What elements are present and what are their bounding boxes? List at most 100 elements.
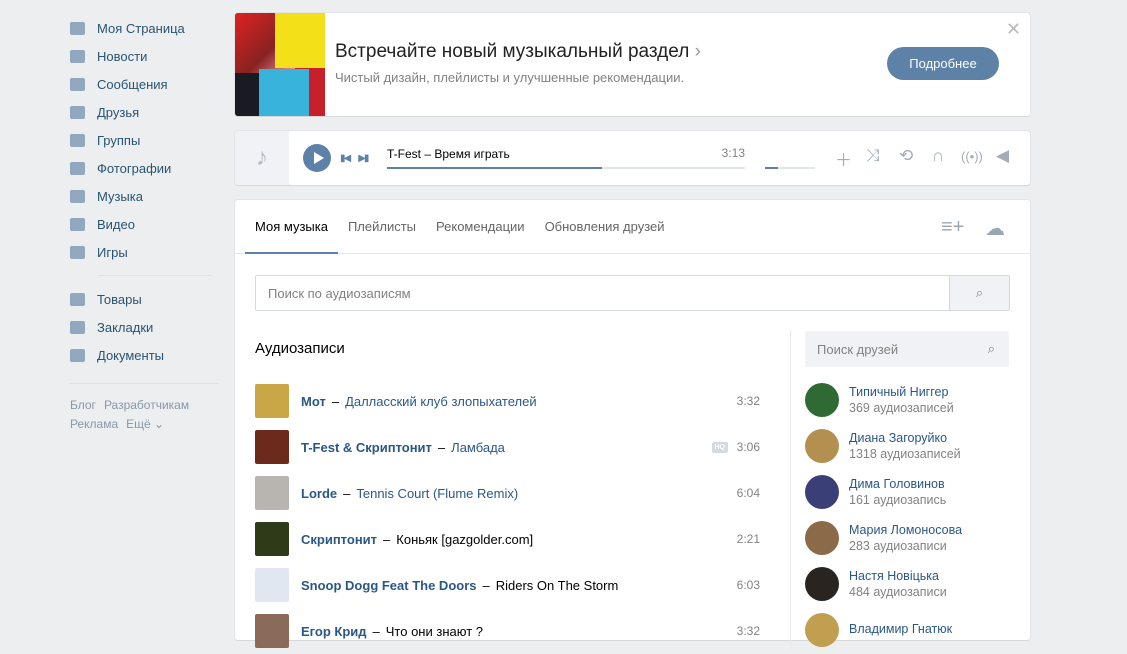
- music-promo-banner: Встречайте новый музыкальный раздел › Чи…: [235, 13, 1030, 116]
- broadcast-icon[interactable]: ((•)): [961, 149, 983, 164]
- divider: [790, 330, 791, 650]
- sidebar-item-document[interactable]: Документы: [68, 341, 218, 369]
- camera-icon: [68, 160, 86, 176]
- sidebar-item-label: Фотографии: [97, 160, 172, 176]
- track-title: Коньяк [gazgolder.com]: [396, 531, 534, 547]
- track-artist[interactable]: Скриптонит: [301, 532, 377, 547]
- banner-subtitle: Чистый дизайн, плейлисты и улучшенные ре…: [335, 70, 685, 85]
- sidebar-item-gamepad[interactable]: Игры: [68, 238, 218, 266]
- track-duration: 3:32: [736, 624, 760, 638]
- track-row[interactable]: Скриптонит – Коньяк [gazgolder.com] 2:21: [255, 516, 760, 562]
- sidebar: Моя Страница Новости Сообщения Друзья Группы…: [68, 14, 218, 434]
- friend-name[interactable]: Типичный Ниггер: [849, 385, 954, 399]
- add-icon[interactable]: ＋: [835, 146, 852, 171]
- track-artist[interactable]: Snoop Dogg Feat The Doors: [301, 578, 477, 593]
- search-icon: ⌕: [975, 285, 984, 300]
- next-icon[interactable]: ▶▮: [358, 153, 369, 164]
- volume-slider[interactable]: [765, 167, 815, 169]
- footer-link-developers[interactable]: Разработчикам: [104, 398, 189, 412]
- play-button[interactable]: [303, 144, 331, 172]
- sidebar-item-music[interactable]: Музыка: [68, 182, 218, 210]
- friend-item[interactable]: Типичный Ниггер 369 аудиозаписей: [805, 377, 1009, 423]
- footer-link-more[interactable]: Ещё ⌄: [126, 417, 164, 431]
- now-playing-artist[interactable]: T-Fest: [387, 147, 421, 161]
- track-cover[interactable]: [255, 522, 289, 556]
- friend-audio-count: 484 аудиозаписи: [849, 585, 947, 599]
- track-cover[interactable]: [255, 614, 289, 648]
- avatar[interactable]: [805, 613, 839, 647]
- track-row[interactable]: Мот – Далласский клуб злопыхателей 3:32: [255, 378, 760, 424]
- tab-recommendations[interactable]: Рекомендации: [426, 200, 535, 253]
- sidebar-item-friends[interactable]: Друзья: [68, 98, 218, 126]
- track-row[interactable]: Lorde – Tennis Court (Flume Remix) 6:04: [255, 470, 760, 516]
- avatar[interactable]: [805, 567, 839, 601]
- track-cover[interactable]: [255, 568, 289, 602]
- friend-name[interactable]: Диана Загоруйко: [849, 431, 961, 445]
- news-icon: [68, 48, 86, 64]
- search-icon: ⌕: [987, 341, 995, 356]
- track-title: Далласский клуб злопыхателей: [345, 393, 537, 409]
- track-row[interactable]: T-Fest & Скриптонит – Ламбада HQ 3:06: [255, 424, 760, 470]
- friend-item[interactable]: Диана Загоруйко 1318 аудиозаписей: [805, 423, 1009, 469]
- friends-icon: [68, 104, 86, 120]
- headphones-icon[interactable]: ∩: [932, 146, 944, 166]
- progress-bar[interactable]: [387, 167, 745, 169]
- track-cover[interactable]: [255, 384, 289, 418]
- sidebar-item-messages[interactable]: Сообщения: [68, 70, 218, 98]
- footer-link-blog[interactable]: Блог: [70, 398, 96, 412]
- avatar[interactable]: [805, 475, 839, 509]
- friend-search-input[interactable]: Поиск друзей ⌕: [805, 331, 1009, 367]
- sidebar-item-bag[interactable]: Товары: [68, 285, 218, 313]
- tab-playlists[interactable]: Плейлисты: [338, 200, 426, 253]
- music-icon: [68, 188, 86, 204]
- friend-name[interactable]: Мария Ломоносова: [849, 523, 962, 537]
- track-row[interactable]: Егор Крид – Что они знают ? 3:32: [255, 608, 760, 654]
- friend-audio-count: 283 аудиозаписи: [849, 539, 947, 553]
- close-icon[interactable]: ✕: [1006, 19, 1021, 40]
- friend-audio-count: 161 аудиозапись: [849, 493, 947, 507]
- friend-item[interactable]: Настя Новіцька 484 аудиозаписи: [805, 561, 1009, 607]
- sidebar-item-camera[interactable]: Фотографии: [68, 154, 218, 182]
- track-cover[interactable]: [255, 430, 289, 464]
- track-artist[interactable]: Егор Крид: [301, 624, 367, 639]
- track-cover[interactable]: [255, 476, 289, 510]
- footer-link-ads[interactable]: Реклама: [70, 417, 118, 431]
- sidebar-item-groups[interactable]: Группы: [68, 126, 218, 154]
- sidebar-item-star[interactable]: Закладки: [68, 313, 218, 341]
- upload-cloud-icon[interactable]: ☁: [985, 216, 1005, 241]
- friend-item[interactable]: Владимир Гнатюк: [805, 607, 1009, 653]
- avatar[interactable]: [805, 521, 839, 555]
- track-duration: 6:03: [736, 578, 760, 592]
- music-section: Моя музыка Плейлисты Рекомендации Обновл…: [235, 200, 1030, 650]
- track-artist[interactable]: Мот: [301, 394, 326, 409]
- sidebar-item-news[interactable]: Новости: [68, 42, 218, 70]
- megaphone-icon[interactable]: ◀: [996, 146, 1009, 166]
- track-artist[interactable]: Lorde: [301, 486, 337, 501]
- track-artist[interactable]: T-Fest & Скриптонит: [301, 440, 432, 455]
- tab-my-music[interactable]: Моя музыка: [245, 200, 338, 254]
- more-button[interactable]: Подробнее: [887, 47, 999, 80]
- add-playlist-icon[interactable]: ≡+: [941, 216, 964, 239]
- sidebar-item-home[interactable]: Моя Страница: [68, 14, 218, 42]
- repeat-icon[interactable]: ⟲: [899, 146, 913, 166]
- track-duration: 3:06: [736, 440, 760, 454]
- track-row[interactable]: Snoop Dogg Feat The Doors – Riders On The …: [255, 562, 760, 608]
- friend-name[interactable]: Настя Новіцька: [849, 569, 947, 583]
- sidebar-item-video[interactable]: Видео: [68, 210, 218, 238]
- avatar[interactable]: [805, 383, 839, 417]
- tab-friends-updates[interactable]: Обновления друзей: [535, 200, 675, 253]
- audio-search-input[interactable]: [256, 276, 949, 310]
- avatar[interactable]: [805, 429, 839, 463]
- now-playing-time[interactable]: 3:13: [722, 146, 745, 160]
- friend-item[interactable]: Дима Головинов 161 аудиозапись: [805, 469, 1009, 515]
- previous-icon[interactable]: ▮◀: [340, 153, 351, 164]
- track-title: Tennis Court (Flume Remix): [356, 485, 519, 501]
- friend-item[interactable]: Мария Ломоносова 283 аудиозаписи: [805, 515, 1009, 561]
- gamepad-icon: [68, 244, 86, 260]
- friend-name[interactable]: Дима Головинов: [849, 477, 946, 491]
- shuffle-icon[interactable]: ⤨: [866, 146, 880, 166]
- audio-search: ⌕: [255, 275, 1010, 311]
- banner-title[interactable]: Встречайте новый музыкальный раздел ›: [335, 41, 701, 63]
- search-button[interactable]: ⌕: [949, 276, 1009, 310]
- track-title: Riders On The Storm: [495, 577, 619, 593]
